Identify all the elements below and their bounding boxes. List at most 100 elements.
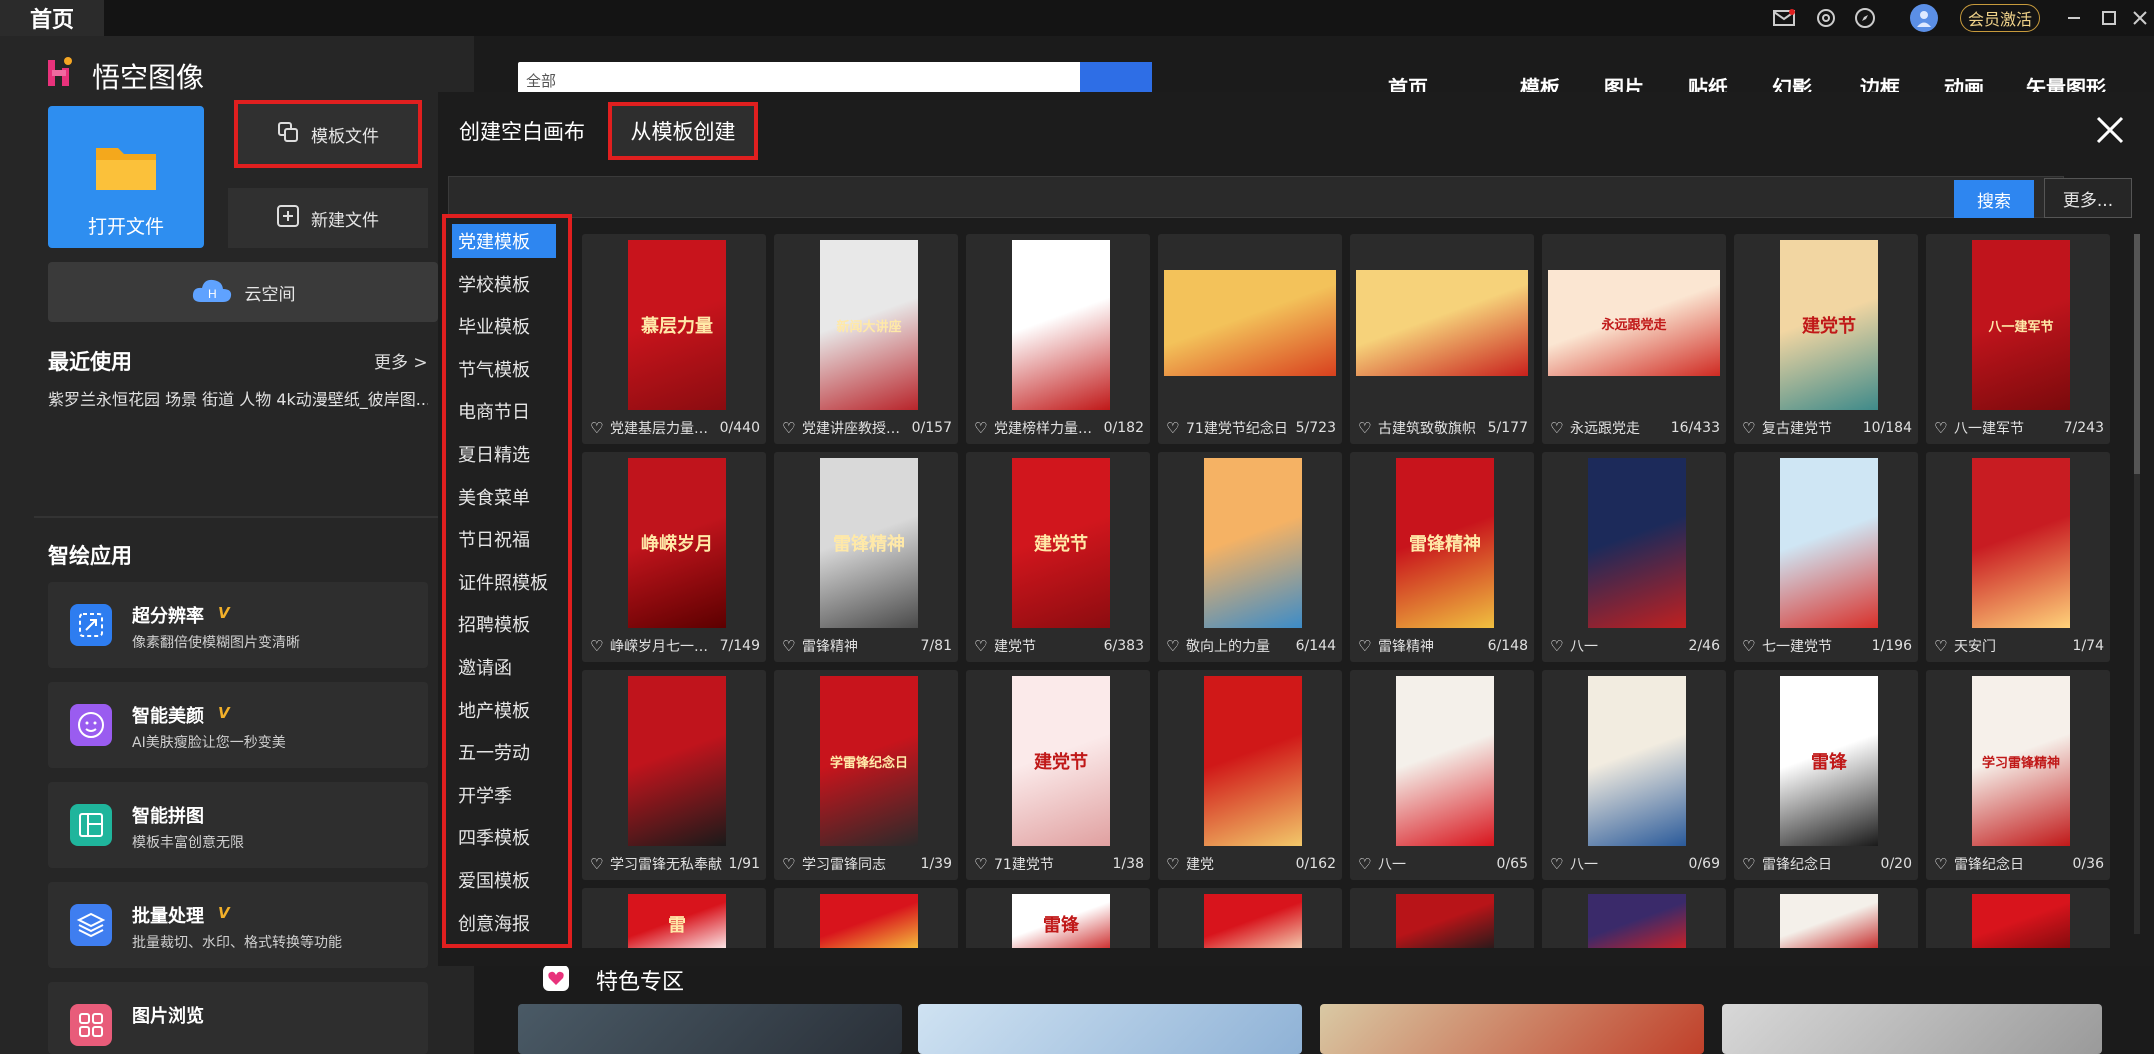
heart-icon[interactable]: ♡ [974,637,994,655]
heart-icon[interactable]: ♡ [1550,419,1570,437]
category-item[interactable]: 美食菜单 [452,480,556,514]
heart-icon[interactable]: ♡ [1742,637,1762,655]
template-card[interactable]: 建党节 ♡ 71建党节 1/38 [966,670,1150,880]
heart-icon[interactable]: ♡ [782,419,802,437]
app-super-resolution[interactable]: 超分辨率 V 像素翻倍使模糊图片变清晰 [48,582,428,668]
template-card[interactable] [774,888,958,948]
template-card[interactable]: 雷 [582,888,766,948]
template-card[interactable]: ♡ 八一 0/65 [1350,670,1534,880]
heart-icon[interactable]: ♡ [1742,419,1762,437]
template-card[interactable]: ♡ 71建党节纪念日 5/723 [1158,234,1342,444]
heart-icon[interactable]: ♡ [782,855,802,873]
category-item[interactable]: 证件照模板 [452,565,556,599]
category-item[interactable]: 邀请函 [452,650,556,684]
cloud-space-button[interactable]: H 云空间 [48,262,438,322]
heart-icon[interactable]: ♡ [1934,855,1954,873]
featured-card[interactable] [918,1004,1302,1054]
maximize-icon[interactable] [2097,6,2121,30]
template-card[interactable]: 永远跟党走 ♡ 永远跟党走 16/433 [1542,234,1726,444]
template-card[interactable]: ♡ 古建筑致敬旗帜 5/177 [1350,234,1534,444]
category-item[interactable]: 电商节日 [452,394,556,428]
heart-icon[interactable]: ♡ [1358,419,1378,437]
main-search-button[interactable] [1080,62,1152,94]
featured-card[interactable] [1320,1004,1704,1054]
template-card[interactable]: ♡ 天安门 1/74 [1926,452,2110,662]
heart-icon[interactable]: ♡ [1934,419,1954,437]
template-card[interactable]: 慕层力量 ♡ 党建基层力量劳... 0/440 [582,234,766,444]
window-close-icon[interactable] [2128,6,2152,30]
template-card[interactable]: ♡ 建党 0/162 [1158,670,1342,880]
avatar[interactable] [1910,4,1938,32]
heart-icon[interactable]: ♡ [1358,855,1378,873]
template-file-button[interactable]: 模板文件 [234,100,422,168]
tab-blank-canvas[interactable]: 创建空白画布 [438,102,606,160]
heart-icon[interactable]: ♡ [590,855,610,873]
category-item[interactable]: 节日祝福 [452,522,556,556]
category-item[interactable]: 五一劳动 [452,735,556,769]
template-card[interactable] [1350,888,1534,948]
template-card[interactable]: 新闻大讲座 ♡ 党建讲座教授新... 0/157 [774,234,958,444]
category-item[interactable]: 学校模板 [452,267,556,301]
open-file-button[interactable]: 打开文件 [48,106,204,248]
category-item[interactable]: 开学季 [452,778,556,812]
category-item[interactable]: 夏日精选 [452,437,556,471]
close-icon[interactable] [2092,112,2128,148]
heart-icon[interactable]: ♡ [590,637,610,655]
recent-item[interactable]: 紫罗兰永恒花园 场景 街道 人物 4k动漫壁纸_彼岸图... [48,386,428,410]
tab-home[interactable]: 首页 [0,0,104,36]
app-collage[interactable]: 智能拼图 模板丰富创意无限 [48,782,428,868]
template-card[interactable]: ♡ 八一 2/46 [1542,452,1726,662]
template-card[interactable]: 学雷锋纪念日 ♡ 学习雷锋同志 1/39 [774,670,958,880]
tab-from-template[interactable]: 从模板创建 [608,102,758,160]
template-card[interactable] [1542,888,1726,948]
featured-card[interactable] [1722,1004,2102,1054]
heart-icon[interactable]: ♡ [1742,855,1762,873]
template-search-input[interactable] [448,176,2064,218]
template-card[interactable]: 雷锋精神 ♡ 雷锋精神 6/148 [1350,452,1534,662]
heart-icon[interactable]: ♡ [1358,637,1378,655]
app-browse[interactable]: 图片浏览 [48,982,428,1054]
template-card[interactable]: 雷锋 [966,888,1150,948]
category-item[interactable]: 节气模板 [452,352,556,386]
template-card[interactable] [1734,888,1918,948]
template-card[interactable]: 峥嵘岁月 ♡ 峥嵘岁月七一建... 7/149 [582,452,766,662]
category-item[interactable]: 创意海报 [452,906,556,940]
template-card[interactable]: ♡ 党建榜样力量红... 0/182 [966,234,1150,444]
heart-icon[interactable]: ♡ [1166,855,1186,873]
heart-icon[interactable]: ♡ [1166,637,1186,655]
mail-icon[interactable] [1772,6,1796,30]
more-button[interactable]: 更多... [2044,178,2132,218]
vip-activate-button[interactable]: 会员激活 [1960,4,2040,32]
app-beauty[interactable]: 智能美颜 V AI美肤瘦脸让您一秒变美 [48,682,428,768]
template-card[interactable] [1926,888,2110,948]
template-card[interactable] [1158,888,1342,948]
template-card[interactable]: 建党节 ♡ 复古建党节 10/184 [1734,234,1918,444]
template-card[interactable]: 雷锋精神 ♡ 雷锋精神 7/81 [774,452,958,662]
app-batch[interactable]: 批量处理 V 批量裁切、水印、格式转换等功能 [48,882,428,968]
template-card[interactable]: ♡ 学习雷锋无私奉献 1/91 [582,670,766,880]
category-item[interactable]: 四季模板 [452,820,556,854]
minimize-icon[interactable] [2062,6,2086,30]
new-file-button[interactable]: 新建文件 [228,188,428,248]
recent-more-link[interactable]: 更多 > [374,348,428,373]
category-item[interactable]: 党建模板 [452,224,556,258]
settings-icon[interactable] [1814,6,1838,30]
template-card[interactable]: 建党节 ♡ 建党节 6/383 [966,452,1150,662]
category-item[interactable]: 招聘模板 [452,607,556,641]
heart-icon[interactable]: ♡ [590,419,610,437]
template-card[interactable]: ♡ 敬向上的力量 6/144 [1158,452,1342,662]
category-item[interactable]: 地产模板 [452,693,556,727]
template-card[interactable]: 八一建军节 ♡ 八一建军节 7/243 [1926,234,2110,444]
template-search-button[interactable]: 搜索 [1954,180,2034,218]
heart-icon[interactable]: ♡ [782,637,802,655]
template-card[interactable]: 雷锋 ♡ 雷锋纪念日 0/20 [1734,670,1918,880]
heart-icon[interactable]: ♡ [1166,419,1186,437]
main-search-input[interactable]: 全部 [518,62,1152,94]
heart-icon[interactable]: ♡ [1550,855,1570,873]
heart-icon[interactable]: ♡ [974,855,994,873]
compass-icon[interactable] [1853,6,1877,30]
heart-icon[interactable]: ♡ [974,419,994,437]
category-item[interactable]: 爱国模板 [452,863,556,897]
template-card[interactable]: 学习雷锋精神 ♡ 雷锋纪念日 0/36 [1926,670,2110,880]
featured-card[interactable] [518,1004,902,1054]
